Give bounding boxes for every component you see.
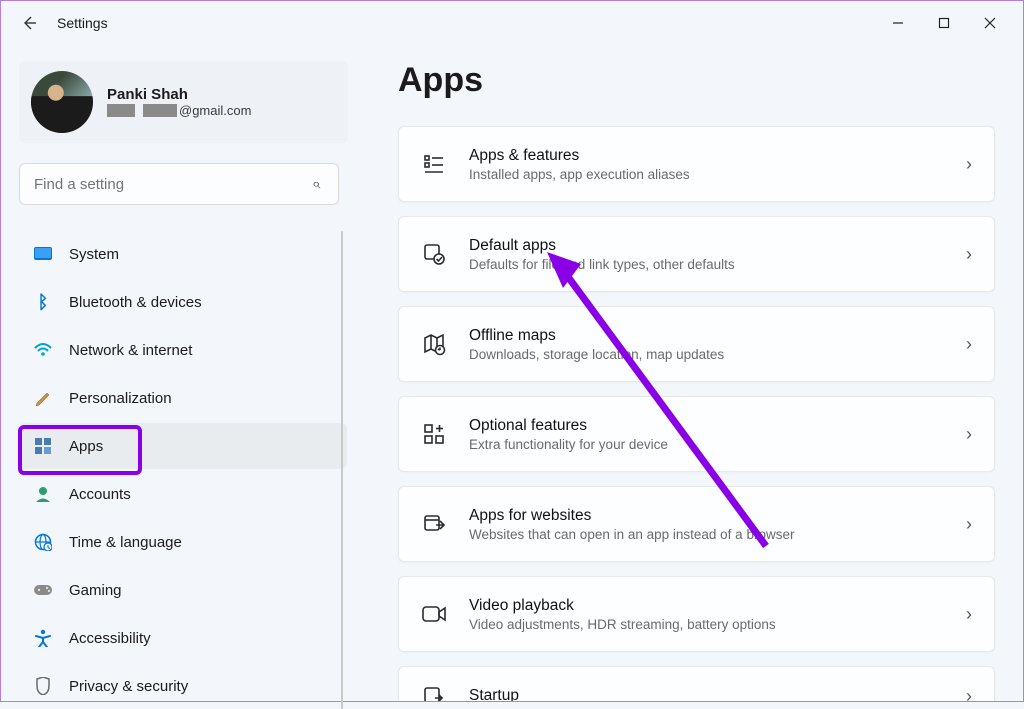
card-title: Video playback <box>469 597 966 615</box>
card-offline-maps[interactable]: Offline maps Downloads, storage location,… <box>398 306 995 382</box>
card-subtitle: Defaults for file and link types, other … <box>469 257 966 272</box>
card-title: Apps for websites <box>469 507 966 525</box>
chevron-right-icon: › <box>966 604 972 625</box>
card-default-apps[interactable]: Default apps Defaults for file and link t… <box>398 216 995 292</box>
card-subtitle: Video adjustments, HDR streaming, batter… <box>469 617 966 632</box>
titlebar: Settings <box>1 1 1023 45</box>
nav-label: Time & language <box>69 534 182 551</box>
sidebar-item-gaming[interactable]: Gaming <box>19 567 347 613</box>
sidebar-item-bluetooth-devices[interactable]: ᛒ Bluetooth & devices <box>19 279 347 325</box>
card-subtitle: Downloads, storage location, map updates <box>469 347 966 362</box>
maximize-button[interactable] <box>921 7 967 39</box>
card-video-playback[interactable]: Video playback Video adjustments, HDR str… <box>398 576 995 652</box>
accessibility-icon <box>33 628 53 648</box>
main-panel: Apps Apps & features Installed apps, app … <box>356 45 1023 701</box>
system-icon <box>33 244 53 264</box>
network-internet-icon <box>33 340 53 360</box>
sidebar: Panki Shah @gmail.com ⌕ System ᛒ Bluetooth… <box>1 45 356 701</box>
sidebar-item-apps[interactable]: Apps <box>19 423 347 469</box>
startup-icon <box>421 683 447 701</box>
chevron-right-icon: › <box>966 686 972 702</box>
back-button[interactable] <box>11 5 47 41</box>
privacy-security-icon <box>33 676 53 696</box>
accounts-icon <box>33 484 53 504</box>
nav-label: Accessibility <box>69 630 151 647</box>
chevron-right-icon: › <box>966 154 972 175</box>
sidebar-item-privacy-security[interactable]: Privacy & security <box>19 663 347 709</box>
search-input[interactable] <box>19 163 339 205</box>
nav-label: Network & internet <box>69 342 192 359</box>
card-startup[interactable]: Startup› <box>398 666 995 701</box>
chevron-right-icon: › <box>966 514 972 535</box>
sidebar-item-network-internet[interactable]: Network & internet <box>19 327 347 373</box>
card-apps-features[interactable]: Apps & features Installed apps, app execu… <box>398 126 995 202</box>
window-controls <box>875 7 1013 39</box>
apps-icon <box>33 436 53 456</box>
page-title: Apps <box>398 61 995 100</box>
card-title: Startup <box>469 687 966 701</box>
card-title: Optional features <box>469 417 966 435</box>
card-apps-for-websites[interactable]: Apps for websites Websites that can open … <box>398 486 995 562</box>
profile-card[interactable]: Panki Shah @gmail.com <box>19 61 348 143</box>
nav-label: Accounts <box>69 486 131 503</box>
window-title: Settings <box>57 15 108 31</box>
nav-label: System <box>69 246 119 263</box>
card-subtitle: Websites that can open in an app instead… <box>469 527 966 542</box>
gaming-icon <box>33 580 53 600</box>
card-subtitle: Installed apps, app execution aliases <box>469 167 966 182</box>
nav-label: Gaming <box>69 582 122 599</box>
plus-grid-icon <box>421 421 447 447</box>
minimize-button[interactable] <box>875 7 921 39</box>
chevron-right-icon: › <box>966 334 972 355</box>
search-wrap: ⌕ <box>19 163 348 205</box>
nav-label: Privacy & security <box>69 678 188 695</box>
close-button[interactable] <box>967 7 1013 39</box>
web-app-icon <box>421 511 447 537</box>
sidebar-item-personalization[interactable]: Personalization <box>19 375 347 421</box>
sidebar-item-time-language[interactable]: Time & language <box>19 519 347 565</box>
nav-label: Apps <box>69 438 103 455</box>
chevron-right-icon: › <box>966 244 972 265</box>
video-icon <box>421 601 447 627</box>
default-icon <box>421 241 447 267</box>
card-optional-features[interactable]: Optional features Extra functionality for… <box>398 396 995 472</box>
chevron-right-icon: › <box>966 424 972 445</box>
bluetooth-devices-icon: ᛒ <box>33 292 53 312</box>
card-subtitle: Extra functionality for your device <box>469 437 966 452</box>
sidebar-item-system[interactable]: System <box>19 231 347 277</box>
card-title: Offline maps <box>469 327 966 345</box>
time-language-icon <box>33 532 53 552</box>
profile-name: Panki Shah <box>107 86 251 103</box>
card-title: Apps & features <box>469 147 966 165</box>
profile-email: @gmail.com <box>107 103 251 118</box>
nav-label: Bluetooth & devices <box>69 294 202 311</box>
list-icon <box>421 151 447 177</box>
card-title: Default apps <box>469 237 966 255</box>
nav-label: Personalization <box>69 390 172 407</box>
sidebar-item-accounts[interactable]: Accounts <box>19 471 347 517</box>
sidebar-item-accessibility[interactable]: Accessibility <box>19 615 347 661</box>
map-icon <box>421 331 447 357</box>
personalization-icon <box>33 388 53 408</box>
avatar <box>31 71 93 133</box>
sidebar-nav: System ᛒ Bluetooth & devices Network & inte… <box>19 231 348 709</box>
